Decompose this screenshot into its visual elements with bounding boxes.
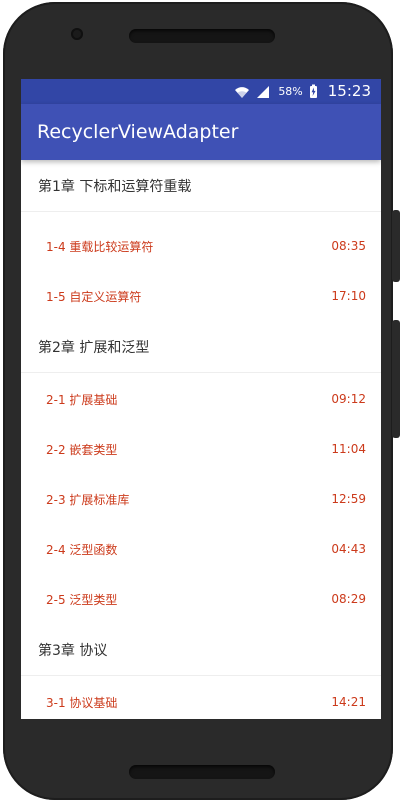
lesson-row-2-4[interactable]: 2-4 泛型函数 04:43 bbox=[21, 524, 381, 574]
lesson-duration: 12:59 bbox=[331, 492, 366, 506]
app-bar: RecyclerViewAdapter bbox=[21, 104, 381, 160]
lesson-duration: 04:43 bbox=[331, 542, 366, 556]
lesson-title: 2-2 嵌套类型 bbox=[46, 442, 118, 457]
lesson-row-2-3[interactable]: 2-3 扩展标准库 12:59 bbox=[21, 474, 381, 524]
app-title: RecyclerViewAdapter bbox=[37, 120, 239, 143]
lesson-duration: 08:35 bbox=[331, 239, 366, 253]
phone-body: 58% 15:23 RecyclerViewAdapter 第1章 下标和运算符… bbox=[3, 2, 393, 800]
volume-button bbox=[392, 210, 400, 282]
chapter-header-1[interactable]: 第1章 下标和运算符重载 bbox=[21, 160, 381, 212]
chapter-title: 第2章 扩展和泛型 bbox=[38, 339, 150, 356]
lesson-title: 1-4 重载比较运算符 bbox=[46, 239, 154, 254]
lesson-title: 2-1 扩展基础 bbox=[46, 392, 118, 407]
power-button bbox=[392, 320, 400, 438]
chapter-title: 第1章 下标和运算符重载 bbox=[38, 178, 192, 195]
lesson-title: 2-5 泛型类型 bbox=[46, 592, 118, 607]
battery-percentage: 58% bbox=[278, 85, 303, 98]
lesson-title: 2-3 扩展标准库 bbox=[46, 492, 130, 507]
lesson-duration: 08:29 bbox=[331, 592, 366, 606]
front-camera bbox=[71, 28, 83, 40]
chapter-title: 第3章 协议 bbox=[38, 642, 108, 659]
signal-icon bbox=[256, 85, 270, 99]
lesson-row-2-1[interactable]: 2-1 扩展基础 09:12 bbox=[21, 374, 381, 424]
lesson-row-1-5[interactable]: 1-5 自定义运算符 17:10 bbox=[21, 271, 381, 321]
lesson-row-2-2[interactable]: 2-2 嵌套类型 11:04 bbox=[21, 424, 381, 474]
chapter-header-3[interactable]: 第3章 协议 bbox=[21, 624, 381, 676]
wifi-icon bbox=[234, 85, 250, 99]
lesson-title: 3-1 协议基础 bbox=[46, 695, 118, 710]
lesson-row-1-4[interactable]: 1-4 重载比较运算符 08:35 bbox=[21, 221, 381, 271]
top-speaker bbox=[129, 29, 275, 43]
lesson-title: 2-4 泛型函数 bbox=[46, 542, 118, 557]
lesson-title: 1-5 自定义运算符 bbox=[46, 289, 142, 304]
lesson-row-3-1[interactable]: 3-1 协议基础 14:21 bbox=[21, 677, 381, 719]
device-frame: 58% 15:23 RecyclerViewAdapter 第1章 下标和运算符… bbox=[0, 0, 400, 804]
status-bar: 58% 15:23 bbox=[21, 79, 381, 104]
lesson-row-2-5[interactable]: 2-5 泛型类型 08:29 bbox=[21, 574, 381, 624]
lesson-duration: 09:12 bbox=[331, 392, 366, 406]
lesson-duration: 11:04 bbox=[331, 442, 366, 456]
screen: 58% 15:23 RecyclerViewAdapter 第1章 下标和运算符… bbox=[21, 79, 381, 719]
lesson-duration: 14:21 bbox=[331, 695, 366, 709]
battery-charging-icon bbox=[309, 84, 318, 99]
bottom-speaker bbox=[129, 765, 275, 779]
status-time: 15:23 bbox=[327, 82, 371, 100]
chapter-list[interactable]: 第1章 下标和运算符重载 1-4 重载比较运算符 08:35 1-5 自定义运算… bbox=[21, 160, 381, 719]
chapter-header-2[interactable]: 第2章 扩展和泛型 bbox=[21, 321, 381, 373]
lesson-duration: 17:10 bbox=[331, 289, 366, 303]
